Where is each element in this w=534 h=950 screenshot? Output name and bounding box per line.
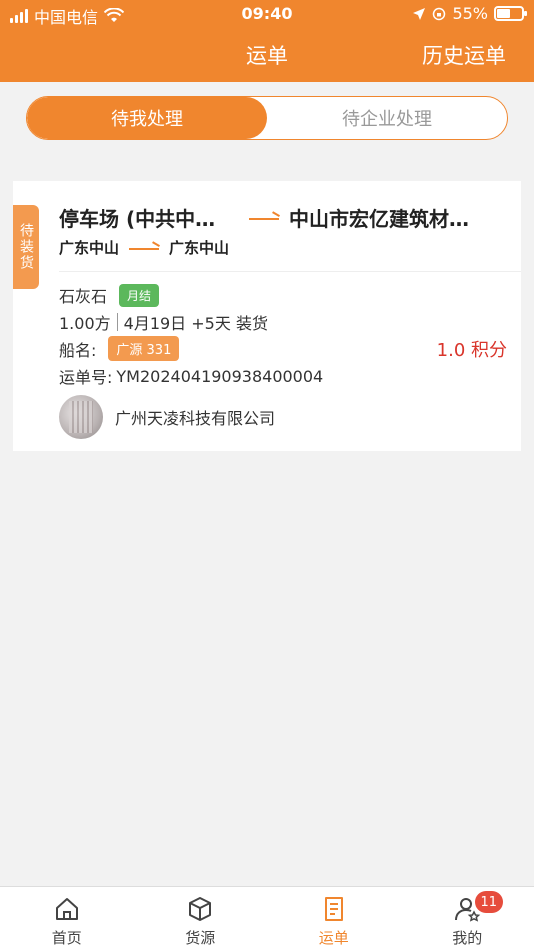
company-row: 广州天凌科技有限公司 [59,395,275,439]
origin-name: 停车场 (中共中… [59,207,216,231]
quantity: 1.00方 [59,314,111,333]
separator [116,313,118,331]
segment-pending-company[interactable]: 待企业处理 [267,97,507,139]
tab-mine-label: 我的 [452,929,483,947]
schedule-row: 1.00方 4月19日 +5天 装货 [59,310,268,334]
ship-label: 船名: [59,340,97,360]
settlement-badge: 月结 [119,283,160,307]
ship-name-badge: 广源 331 [108,336,180,361]
destination-region: 广东中山 [169,239,230,257]
notification-badge: 11 [474,891,504,913]
tab-mine[interactable]: 我的 11 [401,887,534,950]
destination-name: 中山市宏亿建筑材… [289,207,469,231]
waybill-number-row: 运单号: YM202404190938400004 [59,364,323,388]
arrow-right-icon [129,243,160,253]
tab-cargo-label: 货源 [185,929,216,947]
tab-cargo[interactable]: 货源 [134,887,268,950]
rotation-lock-icon [433,7,446,20]
status-bar: 中国电信 09:40 55% [0,0,534,30]
tab-home-label: 首页 [51,929,82,947]
divider [59,271,521,272]
top-bar: 中国电信 09:40 55% 运单 历史运单 [0,0,534,82]
home-icon [55,898,78,920]
waybill-icon [324,897,343,921]
waybill-number: YM202404190938400004 [116,366,324,386]
company-name: 广州天凌科技有限公司 [115,409,276,428]
battery-fill [497,9,510,18]
tab-waybill[interactable]: 运单 [267,887,401,950]
tab-home[interactable]: 首页 [0,887,134,950]
cargo-row: 石灰石 月结 [59,283,160,307]
schedule: 4月19日 +5天 装货 [123,314,268,333]
status-tag: 待装货 [13,205,39,289]
cargo-name: 石灰石 [59,287,108,306]
battery-icon [494,6,527,21]
route-main: 停车场 (中共中… 中山市宏亿建筑材… [59,203,519,232]
route-region: 广东中山 广东中山 [59,237,229,258]
arrow-right-icon [249,213,279,223]
history-waybill-button[interactable]: 历史运单 [422,40,506,70]
waybill-card[interactable]: 待装货 停车场 (中共中… 中山市宏亿建筑材… 广东中山 广东中山 石灰石 月结… [13,181,521,451]
location-icon [413,7,426,20]
segment-control: 待我处理 待企业处理 [26,96,508,140]
company-avatar [59,395,103,439]
waybill-label: 运单号: [59,368,113,387]
status-right: 55% [412,4,527,23]
box-icon [189,897,212,921]
points-value: 1.0 积分 [436,340,507,361]
battery-percent: 55% [452,4,488,23]
tab-waybill-label: 运单 [318,929,349,947]
tab-bar: 首页 货源 运单 我的 11 [0,886,534,950]
segment-pending-mine[interactable]: 待我处理 [27,97,267,139]
ship-row: 船名: 广源 331 [59,336,180,361]
origin-region: 广东中山 [59,239,120,257]
